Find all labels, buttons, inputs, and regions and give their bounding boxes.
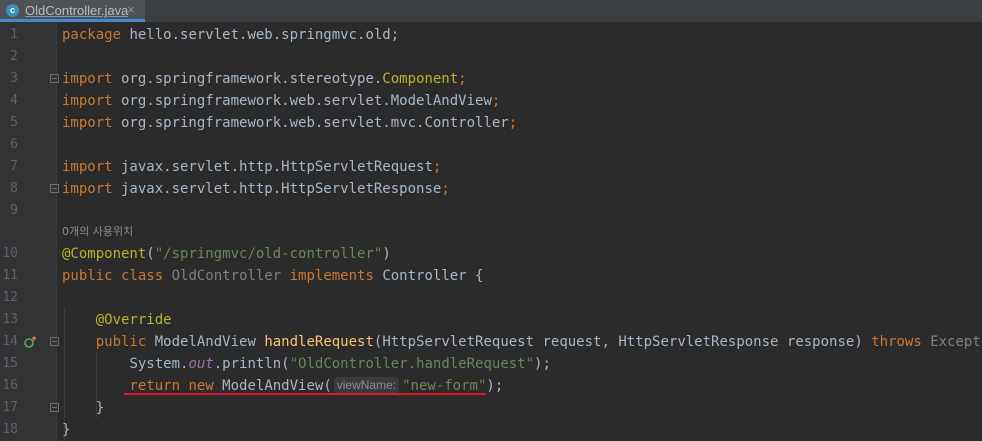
- code-line-12: 12: [0, 287, 982, 309]
- line-number: 8: [10, 181, 18, 196]
- code-line-15: 15 System.out.println("OldController.han…: [0, 353, 982, 375]
- code-line-10: 10 @Component("/springmvc/old-controller…: [0, 243, 982, 265]
- code-text: import javax.servlet.http.HttpServletRes…: [62, 181, 450, 197]
- fold-end-icon[interactable]: [50, 403, 59, 412]
- line-number: 3: [10, 71, 18, 86]
- editor-tab-bar: c OldController.java ×: [0, 0, 982, 23]
- code-text: @Component("/springmvc/old-controller"): [62, 246, 391, 262]
- code-text: public class OldController implements Co…: [62, 268, 484, 284]
- java-class-icon: c: [6, 4, 19, 17]
- close-tab-icon[interactable]: ×: [127, 2, 135, 17]
- fold-collapse-icon[interactable]: [50, 337, 59, 346]
- fold-collapse-icon[interactable]: [50, 74, 59, 83]
- code-line-13: 13 @Override: [0, 309, 982, 331]
- code-text: }: [95, 400, 105, 416]
- code-line-3: 3 import org.springframework.stereotype.…: [0, 68, 982, 90]
- line-number: 9: [10, 203, 18, 218]
- line-number: 2: [10, 49, 18, 64]
- line-number: 18: [2, 422, 18, 437]
- tab-label[interactable]: OldController.java: [25, 3, 128, 18]
- code-text: @Override: [95, 312, 172, 328]
- line-number: 4: [10, 93, 18, 108]
- code-line-5: 5 import org.springframework.web.servlet…: [0, 112, 982, 134]
- code-line-14: 14 public ModelAndView handleRequest(Htt…: [0, 331, 982, 353]
- line-number: 16: [2, 378, 18, 393]
- line-number: 11: [2, 268, 18, 283]
- line-number: 13: [2, 312, 18, 327]
- code-line-9: 9: [0, 200, 982, 222]
- code-text: import org.springframework.stereotype.Co…: [62, 71, 467, 87]
- code-line-8: 8 import javax.servlet.http.HttpServletR…: [0, 178, 982, 200]
- fold-end-icon[interactable]: [50, 184, 59, 193]
- parameter-name-hint: viewName:: [333, 377, 400, 393]
- code-text: public ModelAndView handleRequest(HttpSe…: [95, 334, 982, 350]
- line-number: 5: [10, 115, 18, 130]
- code-text: import javax.servlet.http.HttpServletReq…: [62, 159, 442, 175]
- implements-method-icon[interactable]: [23, 335, 37, 349]
- line-number: 1: [10, 27, 18, 42]
- line-number: 10: [2, 246, 18, 261]
- usages-inlay-hint[interactable]: 0개의 사용위치: [62, 221, 133, 243]
- line-number: 15: [2, 356, 18, 371]
- code-line-18: 18 }: [0, 419, 982, 441]
- code-line-7: 7 import javax.servlet.http.HttpServletR…: [0, 156, 982, 178]
- line-number: 7: [10, 159, 18, 174]
- code-text: import org.springframework.web.servlet.m…: [62, 115, 518, 131]
- code-line-4: 4 import org.springframework.web.servlet…: [0, 90, 982, 112]
- code-line-6: 6: [0, 134, 982, 156]
- code-line-1: 1 package hello.servlet.web.springmvc.ol…: [0, 24, 982, 46]
- usage-hint-row: 0개의 사용위치: [0, 221, 982, 243]
- code-text: }: [62, 422, 71, 438]
- code-line-2: 2: [0, 46, 982, 68]
- tab-oldcontroller-java[interactable]: c OldController.java ×: [0, 0, 145, 22]
- code-line-17: 17 }: [0, 397, 982, 419]
- line-number: 14: [2, 334, 18, 349]
- code-text: package hello.servlet.web.springmvc.old;: [62, 27, 400, 43]
- line-number: 17: [2, 400, 18, 415]
- red-annotation-underline: [124, 393, 486, 395]
- line-number: 12: [2, 290, 18, 305]
- code-editor[interactable]: 1 package hello.servlet.web.springmvc.ol…: [0, 22, 982, 441]
- code-line-11: 11 public class OldController implements…: [0, 265, 982, 287]
- line-number: 6: [10, 137, 18, 152]
- code-text: System.out.println("OldController.handle…: [129, 356, 551, 372]
- code-text: import org.springframework.web.servlet.M…: [62, 93, 501, 109]
